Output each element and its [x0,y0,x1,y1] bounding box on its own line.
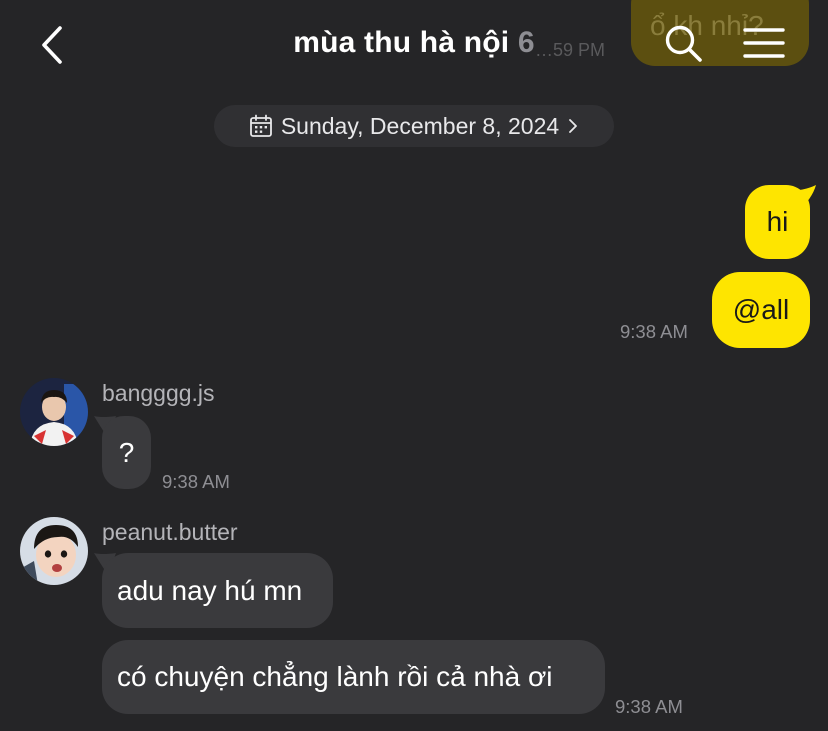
their-message-bubble[interactable]: có chuyện chẳng lành rồi cả nhà ơi [102,640,605,714]
avatar-photo [20,378,88,446]
their-message-bubble[interactable]: ? [102,416,151,489]
avatar[interactable] [20,517,88,585]
sender-name: peanut.butter [102,519,238,545]
chevron-right-icon [569,119,578,133]
avatar-photo [20,517,88,585]
chat-name: mùa thu hà nội [293,26,510,59]
message-time: 9:38 AM [162,471,230,492]
message-time: 9:38 AM [620,321,688,342]
my-message-bubble[interactable]: @all [712,272,810,348]
date-label: Sunday, December 8, 2024 [280,112,560,139]
member-count: 6 [517,26,535,59]
search-icon [665,25,702,62]
message-text: @all [732,294,790,325]
message-text: hi [766,206,789,237]
message-time: 9:38 AM [615,696,683,717]
menu-button[interactable] [742,26,786,60]
search-button[interactable] [662,22,704,64]
menu-icon [743,28,785,58]
my-message-bubble[interactable]: hi [745,185,810,259]
sender-name: bangggg.js [102,380,215,406]
message-text: có chuyện chẳng lành rồi cả nhà ơi [117,661,553,692]
calendar-icon [249,114,272,137]
message-text: ? [118,436,135,468]
their-message-bubble[interactable]: adu nay hú mn [102,553,333,628]
message-text: adu nay hú mn [117,574,303,606]
avatar[interactable] [20,378,88,446]
date-divider[interactable]: Sunday, December 8, 2024 [214,105,614,147]
